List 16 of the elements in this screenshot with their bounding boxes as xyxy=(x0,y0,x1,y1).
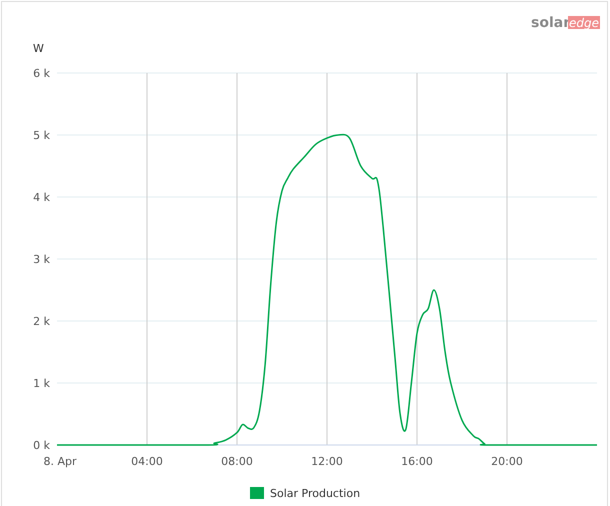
x-tick-label: 08:00 xyxy=(221,455,253,468)
y-tick-label: 1 k xyxy=(33,377,50,390)
y-axis-label: W xyxy=(33,42,44,55)
x-tick-label: 12:00 xyxy=(311,455,343,468)
y-tick-label: 5 k xyxy=(33,129,50,142)
y-tick-label: 6 k xyxy=(33,67,50,80)
legend-label[interactable]: Solar Production xyxy=(270,487,360,500)
x-tick-label: 8. Apr xyxy=(43,455,77,468)
x-tick-label: 16:00 xyxy=(401,455,433,468)
y-tick-label: 0 k xyxy=(33,439,50,452)
x-tick-label: 04:00 xyxy=(131,455,163,468)
logo: solaredge xyxy=(531,15,600,31)
x-tick-label: 20:00 xyxy=(491,455,523,468)
y-tick-label: 2 k xyxy=(33,315,50,328)
y-tick-label: 4 k xyxy=(33,191,50,204)
y-tick-label: 3 k xyxy=(33,253,50,266)
